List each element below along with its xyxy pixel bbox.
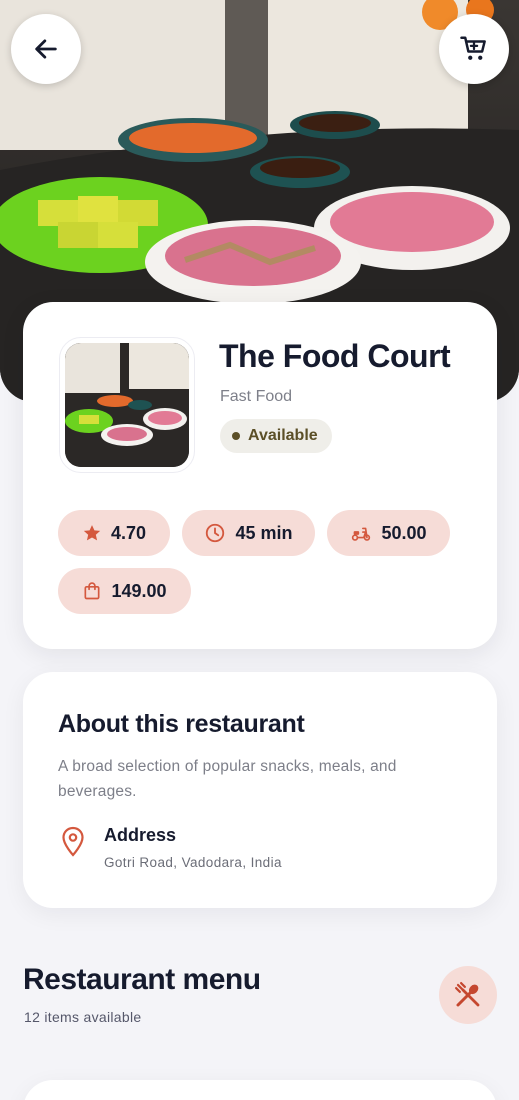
star-icon: [83, 525, 101, 541]
rating-chip: 4.70: [58, 510, 170, 556]
menu-item-count: 12 items available: [24, 1009, 142, 1025]
menu-button[interactable]: [439, 966, 497, 1024]
delivery-time-value: 45 min: [235, 522, 293, 543]
restaurant-info-card: The Food Court Fast Food Available 4.70 …: [23, 302, 497, 649]
status-badge: Available: [220, 419, 332, 453]
menu-title: Restaurant menu: [23, 963, 261, 996]
about-title: About this restaurant: [58, 710, 305, 738]
back-button[interactable]: [11, 14, 81, 84]
address-label: Address: [104, 825, 177, 845]
clock-icon: [206, 523, 225, 543]
delivery-fee-chip: 50.00: [327, 510, 450, 556]
scooter-icon: [352, 527, 371, 541]
status-dot-icon: [232, 432, 240, 440]
minimum-order-value: 149.00: [111, 580, 167, 601]
rating-value: 4.70: [110, 522, 147, 543]
delivery-fee-value: 50.00: [381, 522, 427, 543]
arrow-left-icon: [35, 39, 57, 59]
status-label: Available: [248, 427, 318, 444]
restaurant-name: The Food Court: [219, 338, 451, 374]
menu-item-card[interactable]: [23, 1080, 497, 1100]
cart-button[interactable]: [439, 14, 509, 84]
delivery-time-chip: 45 min: [182, 510, 315, 556]
minimum-order-chip: 149.00: [58, 568, 191, 614]
about-card: About this restaurant A broad selection …: [23, 672, 497, 908]
utensils-icon: [455, 982, 480, 1007]
restaurant-thumbnail: [59, 337, 195, 473]
map-pin-icon: [62, 826, 84, 857]
restaurant-category: Fast Food: [220, 388, 293, 405]
shopping-cart-icon: [460, 36, 486, 60]
shopping-bag-icon: [84, 582, 100, 600]
about-description: A broad selection of popular snacks, mea…: [58, 758, 397, 800]
address-value: Gotri Road, Vadodara, India: [104, 855, 282, 870]
restaurant-thumbnail-image: [65, 343, 189, 467]
